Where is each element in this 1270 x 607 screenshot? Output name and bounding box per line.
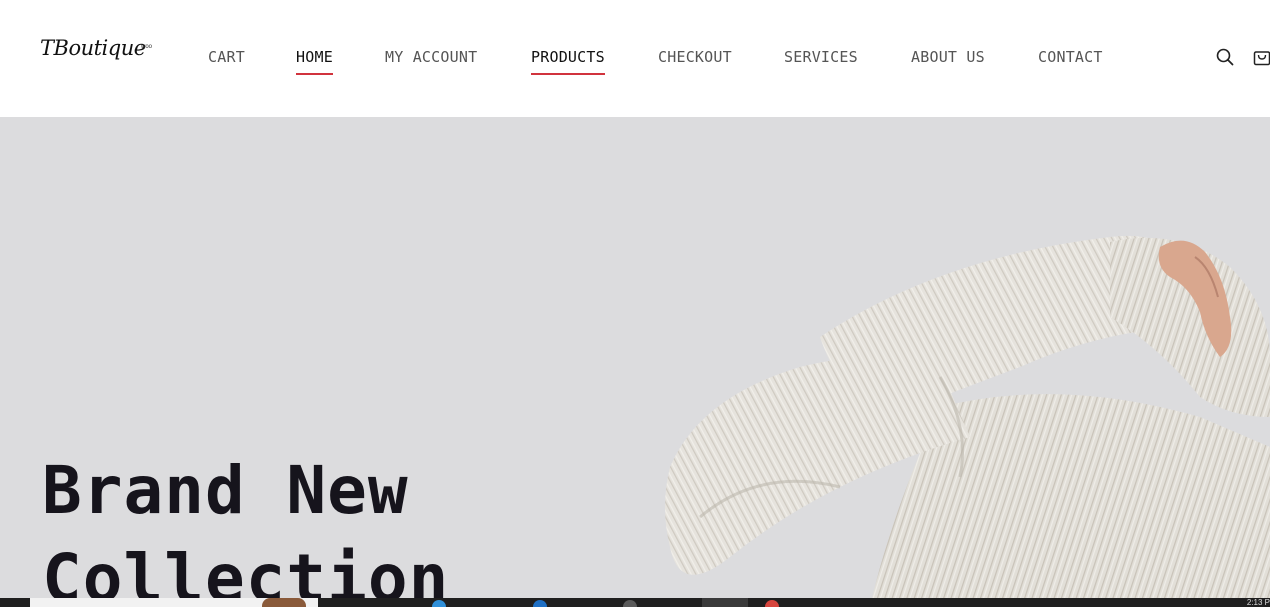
nav-home[interactable]: HOME bbox=[296, 47, 333, 75]
nav-checkout[interactable]: CHECKOUT bbox=[658, 47, 732, 73]
site-logo[interactable]: TBoutique woo bbox=[40, 34, 160, 74]
site-header: TBoutique woo CART HOME MY ACCOUNT PRODU… bbox=[0, 0, 1270, 117]
nav-cart[interactable]: CART bbox=[208, 47, 245, 73]
search-icon[interactable] bbox=[1216, 48, 1234, 66]
nav-services[interactable]: SERVICES bbox=[784, 47, 858, 73]
nav-contact[interactable]: CONTACT bbox=[1038, 47, 1103, 73]
nav-my-account[interactable]: MY ACCOUNT bbox=[385, 47, 477, 73]
taskbar-active-app[interactable] bbox=[702, 598, 748, 607]
hero-banner: Brand New Collection bbox=[0, 117, 1270, 598]
hero-title-line-2: Collection bbox=[42, 540, 450, 598]
taskbar-app-icon[interactable] bbox=[765, 600, 779, 607]
hero-title: Brand New Collection bbox=[42, 447, 449, 598]
taskbar-app-icon[interactable] bbox=[533, 600, 547, 607]
logo-text: TBoutique bbox=[40, 36, 146, 60]
taskbar-search-highlight-icon[interactable] bbox=[262, 598, 306, 607]
page: TBoutique woo CART HOME MY ACCOUNT PRODU… bbox=[0, 0, 1270, 607]
os-taskbar: 2:13 P bbox=[0, 598, 1270, 607]
nav-products[interactable]: PRODUCTS bbox=[531, 47, 605, 75]
logo-superscript: woo bbox=[141, 44, 153, 50]
taskbar-app-icon[interactable] bbox=[623, 600, 637, 607]
nav-about-us[interactable]: ABOUT US bbox=[911, 47, 985, 73]
shopping-bag-icon[interactable] bbox=[1253, 48, 1270, 66]
hero-title-line-1: Brand New bbox=[42, 452, 409, 529]
sweater-model-image bbox=[665, 235, 1270, 598]
taskbar-app-icon[interactable] bbox=[432, 600, 446, 607]
taskbar-clock[interactable]: 2:13 P bbox=[1247, 598, 1270, 607]
